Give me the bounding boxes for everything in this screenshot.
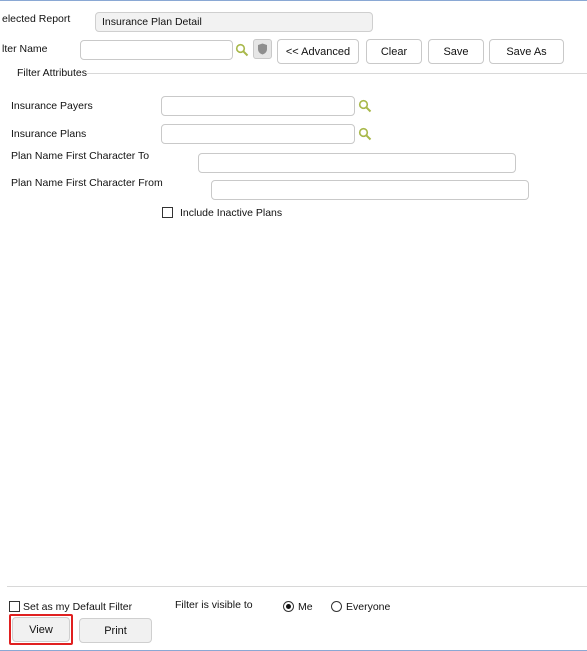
clear-button[interactable]: Clear (366, 39, 422, 64)
default-filter-label: Set as my Default Filter (23, 601, 133, 613)
save-as-button[interactable]: Save As (489, 39, 564, 64)
default-filter-checkbox[interactable] (9, 601, 20, 612)
advanced-button[interactable]: << Advanced (277, 39, 359, 64)
search-icon[interactable] (235, 43, 249, 60)
plan-name-to-input[interactable] (199, 154, 515, 172)
insurance-plans-label: Insurance Plans (11, 128, 87, 140)
insurance-payers-input[interactable] (162, 97, 354, 115)
visibility-label: Filter is visible to (175, 599, 253, 611)
filter-attributes-title: Filter Attributes (17, 67, 88, 79)
footer-divider (7, 586, 587, 587)
radio-me[interactable] (283, 601, 294, 612)
insurance-payers-label: Insurance Payers (11, 100, 93, 112)
plan-name-to-field[interactable] (198, 153, 516, 173)
plan-name-from-input[interactable] (212, 181, 528, 199)
view-button[interactable]: View (12, 617, 70, 642)
search-icon[interactable] (358, 127, 372, 144)
print-button[interactable]: Print (79, 618, 152, 643)
filter-name-input[interactable] (81, 41, 232, 59)
shield-icon[interactable] (253, 39, 272, 59)
selected-report-input (96, 13, 372, 31)
radio-me-selected-dot (286, 604, 291, 609)
save-button[interactable]: Save (428, 39, 484, 64)
insurance-plans-input[interactable] (162, 125, 354, 143)
selected-report-label: elected Report (2, 13, 71, 25)
filter-name-field[interactable] (80, 40, 233, 60)
search-icon[interactable] (358, 99, 372, 116)
plan-name-to-label: Plan Name First Character To (11, 150, 150, 162)
selected-report-field (95, 12, 373, 32)
window-top-border (0, 0, 587, 1)
include-inactive-label: Include Inactive Plans (180, 207, 283, 219)
radio-me-label: Me (298, 601, 313, 613)
include-inactive-checkbox[interactable] (162, 207, 173, 218)
filter-name-label: lter Name (2, 43, 48, 55)
filter-attributes-divider (87, 73, 587, 74)
insurance-plans-field[interactable] (161, 124, 355, 144)
radio-everyone-label: Everyone (346, 601, 391, 613)
radio-everyone[interactable] (331, 601, 342, 612)
plan-name-from-label: Plan Name First Character From (11, 177, 163, 189)
insurance-payers-field[interactable] (161, 96, 355, 116)
plan-name-from-field[interactable] (211, 180, 529, 200)
